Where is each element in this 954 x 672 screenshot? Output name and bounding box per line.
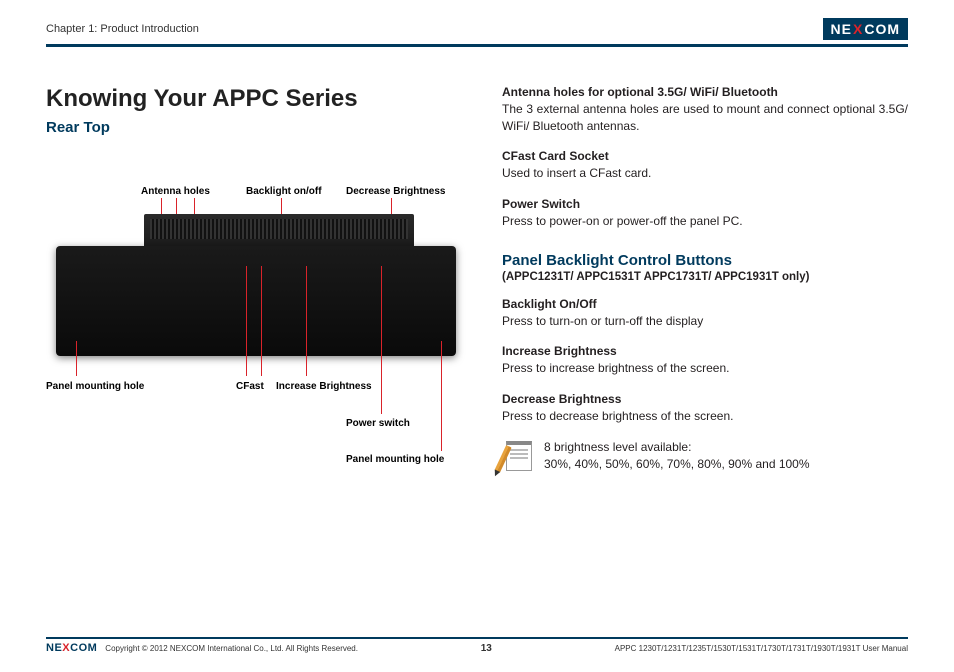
page-number: 13 — [481, 643, 492, 654]
heading-panel-backlight: Panel Backlight Control Buttons — [502, 252, 908, 269]
label-backlight-onoff: Backlight on/off — [246, 186, 322, 197]
footer-logo: NEXCOM — [46, 642, 97, 654]
manual-title: APPC 1230T/1231T/1235T/1530T/1531T/1730T… — [615, 644, 908, 653]
label-antenna-holes: Antenna holes — [141, 186, 210, 197]
leader-line — [76, 341, 77, 376]
note-line2: 30%, 40%, 50%, 60%, 70%, 80%, 90% and 10… — [544, 456, 810, 473]
header-divider — [46, 44, 908, 47]
brand-logo: NEXCOM — [823, 18, 908, 40]
label-decrease-brightness: Decrease Brightness — [346, 186, 446, 197]
note-block: 8 brightness level available: 30%, 40%, … — [502, 439, 908, 475]
copyright-text: Copyright © 2012 NEXCOM International Co… — [105, 644, 358, 653]
heading-decrease: Decrease Brightness — [502, 392, 908, 406]
heading-increase: Increase Brightness — [502, 344, 908, 358]
body-power: Press to power-on or power-off the panel… — [502, 213, 908, 230]
heading-cfast: CFast Card Socket — [502, 149, 908, 163]
leader-line — [381, 266, 382, 414]
label-cfast: CFast — [236, 381, 264, 392]
subnote-models: (APPC1231T/ APPC1531T APPC1731T/ APPC193… — [502, 271, 908, 283]
leader-line — [261, 266, 262, 376]
note-line1: 8 brightness level available: — [544, 439, 810, 456]
page-subtitle: Rear Top — [46, 119, 476, 136]
label-panel-mounting-hole: Panel mounting hole — [346, 454, 444, 465]
leader-line — [441, 341, 442, 451]
device-heatsink — [150, 219, 408, 239]
body-increase: Press to increase brightness of the scre… — [502, 360, 908, 377]
leader-line — [246, 266, 247, 376]
heading-power: Power Switch — [502, 197, 908, 211]
label-panel-mounting-hole: Panel mounting hole — [46, 381, 144, 392]
body-backlight-onoff: Press to turn-on or turn-off the display — [502, 313, 908, 330]
body-antenna: The 3 external antenna holes are used to… — [502, 101, 908, 136]
device-diagram: Antenna holes Backlight on/off Decrease … — [46, 186, 466, 506]
label-power-switch: Power switch — [346, 418, 410, 429]
footer-divider — [46, 637, 908, 640]
page-title: Knowing Your APPC Series — [46, 85, 476, 113]
body-decrease: Press to decrease brightness of the scre… — [502, 408, 908, 425]
leader-line — [306, 266, 307, 376]
heading-backlight-onoff: Backlight On/Off — [502, 297, 908, 311]
label-increase-brightness: Increase Brightness — [276, 381, 372, 392]
heading-antenna: Antenna holes for optional 3.5G/ WiFi/ B… — [502, 85, 908, 99]
body-cfast: Used to insert a CFast card. — [502, 165, 908, 182]
device-body — [56, 246, 456, 356]
chapter-label: Chapter 1: Product Introduction — [46, 23, 199, 35]
note-icon — [502, 439, 534, 475]
